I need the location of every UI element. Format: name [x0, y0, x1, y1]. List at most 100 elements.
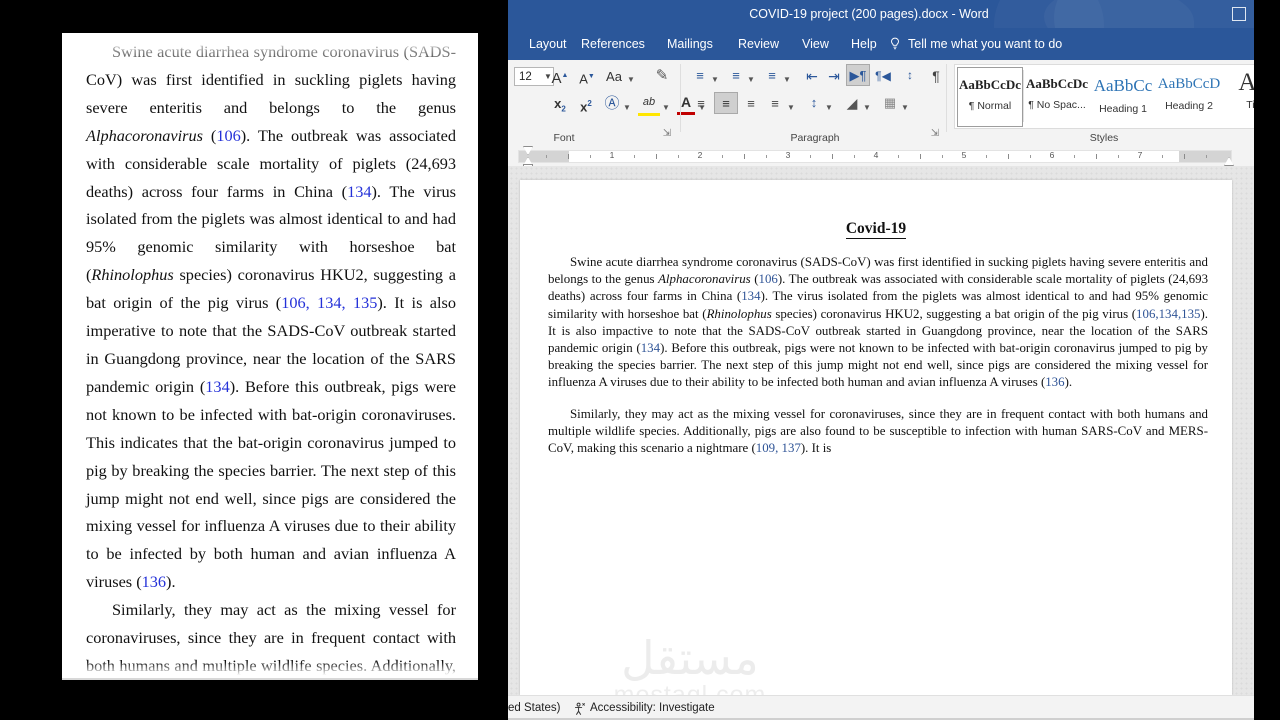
- style-preview: AaBbCcDc: [958, 77, 1022, 92]
- paragraph: Similarly, they may act as the mixing ve…: [86, 600, 456, 675]
- tab-review[interactable]: Review: [729, 28, 788, 60]
- multilevel-list-caret-icon[interactable]: ▼: [782, 68, 792, 90]
- clear-formatting-icon[interactable]: ✎: [652, 66, 672, 86]
- bullets-icon[interactable]: ≡: [690, 66, 710, 86]
- paragraph-dialog-launcher-icon[interactable]: ⇲: [928, 124, 942, 144]
- align-right-icon[interactable]: ≡: [740, 94, 762, 114]
- accessibility-status[interactable]: Accessibility: Investigate: [590, 696, 715, 720]
- shading-caret-icon[interactable]: ▼: [862, 96, 872, 118]
- ruler-tick: [1162, 155, 1163, 158]
- style-item-title[interactable]: Aa Titl: [1221, 67, 1254, 125]
- paragraph: Swine acute diarrhea syndrome coronaviru…: [86, 42, 456, 592]
- multilevel-list-icon[interactable]: ≡: [762, 66, 782, 86]
- shading-icon[interactable]: ◢: [842, 93, 862, 113]
- style-separator: [1023, 70, 1024, 122]
- styles-group-label: Styles: [1089, 132, 1119, 144]
- font-dialog-launcher-icon[interactable]: ⇲: [660, 124, 674, 144]
- ruler-tick: [656, 154, 657, 159]
- ruler-number: 6: [1049, 150, 1055, 160]
- tab-view[interactable]: View: [793, 28, 838, 60]
- align-center-icon[interactable]: ≡: [714, 92, 738, 114]
- paragraph-group-label: Paragraph: [790, 132, 840, 144]
- pdf-bottom-rule: [62, 678, 478, 680]
- style-item-heading-1[interactable]: AaBbCc Heading 1: [1091, 67, 1155, 125]
- text-highlight-color-icon[interactable]: ab: [638, 92, 660, 116]
- change-case-icon[interactable]: Aa: [602, 67, 626, 87]
- grow-font-icon[interactable]: A▲: [550, 66, 570, 89]
- ruler-zone: 1 2 3 4 5 6 7: [484, 146, 1254, 172]
- ruler-tick: [678, 155, 679, 158]
- highlight-caret-icon[interactable]: ▼: [661, 96, 671, 118]
- decrease-indent-icon[interactable]: ⇤: [802, 66, 822, 86]
- ruler-tick: [1206, 155, 1207, 158]
- ruler-tick: [898, 155, 899, 158]
- align-left-icon[interactable]: ≡: [690, 94, 712, 114]
- tab-mailings[interactable]: Mailings: [658, 28, 722, 60]
- borders-caret-icon[interactable]: ▼: [900, 96, 910, 118]
- lightbulb-icon: [891, 37, 899, 50]
- text-effects-icon[interactable]: Ⓐ: [602, 94, 622, 114]
- numbering-caret-icon[interactable]: ▼: [746, 68, 756, 90]
- ruler-tick: [810, 155, 811, 158]
- ruler-tick: [1118, 155, 1119, 158]
- style-label: Heading 2: [1165, 100, 1213, 112]
- show-formatting-marks-icon[interactable]: ¶: [928, 66, 944, 86]
- shrink-font-icon[interactable]: A▼: [577, 67, 597, 89]
- tab-references[interactable]: References: [572, 28, 654, 60]
- style-label: Heading 1: [1099, 103, 1147, 115]
- superscript-icon[interactable]: x2: [576, 94, 596, 117]
- increase-indent-icon[interactable]: ⇥: [824, 66, 844, 86]
- maximize-restore-button[interactable]: [1232, 7, 1246, 21]
- sort-icon[interactable]: ↕: [900, 65, 920, 85]
- status-bar: ed States) Accessibility: Investigate: [484, 695, 1254, 720]
- horizontal-ruler[interactable]: 1 2 3 4 5 6 7: [518, 150, 1232, 163]
- language-status[interactable]: ed States): [508, 696, 560, 720]
- paragraph: Similarly, they may act as the mixing ve…: [548, 406, 1208, 456]
- ruler-tick: [634, 155, 635, 158]
- ruler-number: 7: [1137, 150, 1143, 160]
- document-page[interactable]: Covid-19 Swine acute diarrhea syndrome c…: [520, 180, 1232, 695]
- line-spacing-icon[interactable]: ↕: [804, 93, 824, 113]
- document-canvas[interactable]: Covid-19 Swine acute diarrhea syndrome c…: [484, 166, 1254, 695]
- justify-caret-icon[interactable]: ▼: [786, 96, 796, 118]
- bullets-caret-icon[interactable]: ▼: [710, 68, 720, 90]
- change-case-caret-icon[interactable]: ▼: [626, 68, 636, 90]
- style-item-no-spacing[interactable]: AaBbCcDc ¶ No Spac...: [1025, 67, 1089, 125]
- ribbon: 12 ▼ A▲ A▼ Aa ▼ ✎ x2 x2 Ⓐ ▼ ab ▼ A ▼ Fon…: [484, 60, 1254, 147]
- subscript-icon[interactable]: x2: [550, 94, 570, 120]
- justify-icon[interactable]: ≡: [764, 94, 786, 114]
- paragraph: Swine acute diarrhea syndrome coronaviru…: [548, 255, 1209, 390]
- pdf-text-content: Swine acute diarrhea syndrome coronaviru…: [86, 38, 456, 680]
- style-preview: Aa: [1221, 69, 1254, 97]
- ruler-tick: [986, 155, 987, 158]
- borders-icon[interactable]: ▦: [880, 93, 900, 113]
- style-item-heading-2[interactable]: AaBbCcD Heading 2: [1157, 67, 1221, 125]
- document-body-text[interactable]: Swine acute diarrhea syndrome coronaviru…: [548, 254, 1208, 471]
- style-preview: AaBbCcD: [1157, 76, 1221, 92]
- ruler-number: 3: [785, 150, 791, 160]
- ruler-tick: [590, 155, 591, 158]
- ruler-number: 2: [697, 150, 703, 160]
- text-effects-caret-icon[interactable]: ▼: [622, 96, 632, 118]
- styles-gallery[interactable]: AaBbCcDc ¶ Normal AaBbCcDc ¶ No Spac... …: [954, 64, 1254, 129]
- group-separator: [680, 64, 681, 132]
- group-separator-2: [946, 64, 947, 132]
- watermark-arabic-text: مستقل: [621, 631, 759, 685]
- tab-layout[interactable]: Layout: [520, 28, 576, 60]
- numbering-icon[interactable]: ≡: [726, 66, 746, 86]
- rtl-text-direction-icon[interactable]: ¶◀: [872, 66, 894, 86]
- style-preview: AaBbCc: [1093, 76, 1153, 95]
- ruler-tick: [832, 154, 833, 159]
- style-label: ¶ Normal: [968, 100, 1012, 112]
- tab-help[interactable]: Help: [842, 28, 886, 60]
- word-title-bar: COVID-19 project (200 pages).docx - Word: [484, 0, 1254, 28]
- ruler-tick: [546, 155, 547, 158]
- tell-me-search-box[interactable]: Tell me what you want to do: [908, 28, 1062, 60]
- style-item-normal[interactable]: AaBbCcDc ¶ Normal: [957, 67, 1023, 127]
- ruler-tick: [854, 155, 855, 158]
- line-spacing-caret-icon[interactable]: ▼: [824, 96, 834, 118]
- ltr-text-direction-icon[interactable]: ▶¶: [846, 64, 870, 86]
- window-title: COVID-19 project (200 pages).docx - Word: [749, 7, 989, 21]
- ruler-number: 4: [873, 150, 879, 160]
- pdf-reader-pane[interactable]: Swine acute diarrhea syndrome coronaviru…: [62, 33, 478, 680]
